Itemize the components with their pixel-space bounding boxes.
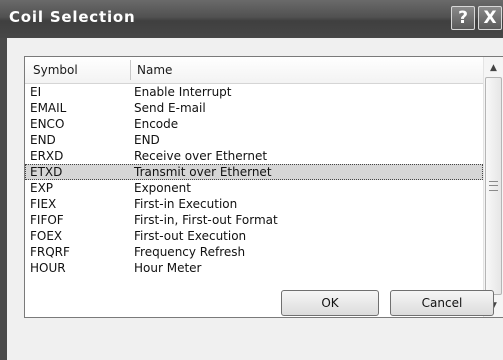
cancel-button[interactable]: Cancel — [390, 290, 494, 316]
column-header-name[interactable]: Name — [137, 63, 172, 77]
dialog-body: Symbol Name EI Enable Interrupt EMAIL Send … — [7, 38, 503, 360]
list-item[interactable]: EXP Exponent — [25, 180, 483, 196]
close-button[interactable]: X — [478, 6, 502, 30]
list-item[interactable]: EMAIL Send E-mail — [25, 100, 483, 116]
list-item-name: First-in Execution — [134, 197, 238, 211]
coil-list[interactable]: Symbol Name EI Enable Interrupt EMAIL Send … — [24, 56, 503, 318]
list-item[interactable]: END END — [25, 132, 483, 148]
list-header: Symbol Name — [25, 57, 483, 84]
vertical-scrollbar[interactable]: ▲ ▼ — [483, 57, 503, 317]
list-item[interactable]: ETXD Transmit over Ethernet — [25, 164, 483, 180]
scroll-grip-icon — [489, 181, 498, 191]
list-item-name: Transmit over Ethernet — [134, 165, 272, 179]
list-item-name: END — [134, 133, 160, 147]
list-item-name: Encode — [134, 117, 179, 131]
list-item-symbol: FIEX — [30, 197, 57, 211]
list-item-symbol: FRQRF — [30, 245, 70, 259]
list-item-name: Send E-mail — [134, 101, 206, 115]
column-header-symbol[interactable]: Symbol — [33, 63, 78, 77]
list-item[interactable]: ERXD Receive over Ethernet — [25, 148, 483, 164]
list-item-name: Frequency Refresh — [134, 245, 246, 259]
list-item-symbol: EI — [30, 85, 42, 99]
scrollbar-thumb[interactable] — [485, 77, 502, 295]
list-item-symbol: ERXD — [30, 149, 64, 163]
ok-button[interactable]: OK — [281, 290, 379, 316]
list-rows: EI Enable Interrupt EMAIL Send E-mail ENCO En… — [25, 84, 483, 276]
list-item-symbol: ETXD — [30, 165, 63, 179]
list-item-name: Hour Meter — [134, 261, 202, 275]
list-item-symbol: HOUR — [30, 261, 66, 275]
list-item[interactable]: FIFOF First-in, First-out Format — [25, 212, 483, 228]
list-item[interactable]: FOEX First-out Execution — [25, 228, 483, 244]
list-item-name: Exponent — [134, 181, 191, 195]
list-item-symbol: FOEX — [30, 229, 63, 243]
title-bar[interactable]: Coil Selection ? X — [0, 0, 503, 38]
list-item[interactable]: HOUR Hour Meter — [25, 260, 483, 276]
list-item[interactable]: EI Enable Interrupt — [25, 84, 483, 100]
list-item[interactable]: ENCO Encode — [25, 116, 483, 132]
list-item-symbol: FIFOF — [30, 213, 64, 227]
list-item-symbol: EXP — [30, 181, 54, 195]
column-divider[interactable] — [130, 60, 131, 80]
list-item-symbol: END — [30, 133, 56, 147]
list-item-name: Enable Interrupt — [134, 85, 232, 99]
scroll-up-arrow-icon[interactable]: ▲ — [484, 59, 503, 77]
dialog-title: Coil Selection — [9, 8, 136, 26]
list-item-name: Receive over Ethernet — [134, 149, 268, 163]
list-item[interactable]: FIEX First-in Execution — [25, 196, 483, 212]
list-item[interactable]: FRQRF Frequency Refresh — [25, 244, 483, 260]
list-item-name: First-out Execution — [134, 229, 247, 243]
list-item-name: First-in, First-out Format — [134, 213, 278, 227]
coil-selection-dialog: Coil Selection ? X Symbol Name EI Enable … — [0, 0, 503, 360]
list-item-symbol: EMAIL — [30, 101, 67, 115]
help-button[interactable]: ? — [451, 6, 475, 30]
list-item-symbol: ENCO — [30, 117, 65, 131]
